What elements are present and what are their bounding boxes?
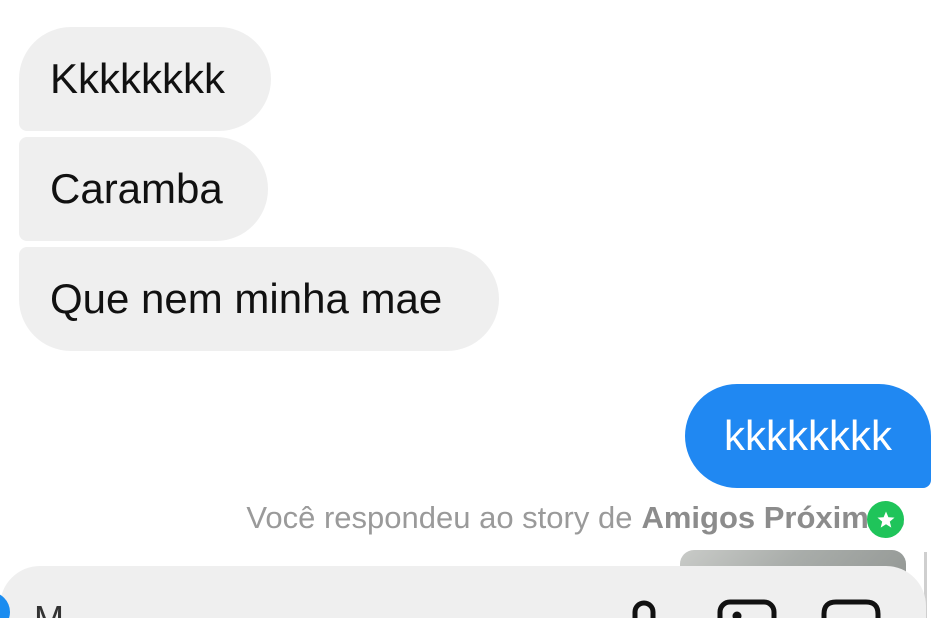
story-reply-note: Você respondeu ao story de Amigos Próxim… — [246, 500, 905, 536]
message-input[interactable]: M — [34, 598, 64, 618]
message-text: Caramba — [50, 165, 223, 212]
incoming-message[interactable]: Que nem minha mae — [19, 247, 499, 351]
message-text: Que nem minha mae — [50, 275, 443, 322]
incoming-message[interactable]: Kkkkkkkk — [19, 27, 271, 131]
story-audience-label: Amigos Próximos — [641, 500, 905, 535]
close-friends-star-icon — [867, 501, 904, 538]
outgoing-message[interactable]: kkkkkkkk — [685, 384, 931, 488]
chat-screen: Kkkkkkkk Caramba Que nem minha mae kkkkk… — [0, 0, 952, 618]
microphone-icon[interactable] — [624, 600, 664, 618]
story-reply-prefix: Você respondeu ao story de — [246, 500, 633, 535]
sticker-icon[interactable] — [820, 598, 882, 618]
message-text: Kkkkkkkk — [50, 55, 226, 102]
gallery-icon[interactable] — [716, 598, 778, 618]
message-text: kkkkkkkk — [724, 412, 892, 459]
message-composer[interactable] — [0, 566, 926, 618]
incoming-message[interactable]: Caramba — [19, 137, 268, 241]
